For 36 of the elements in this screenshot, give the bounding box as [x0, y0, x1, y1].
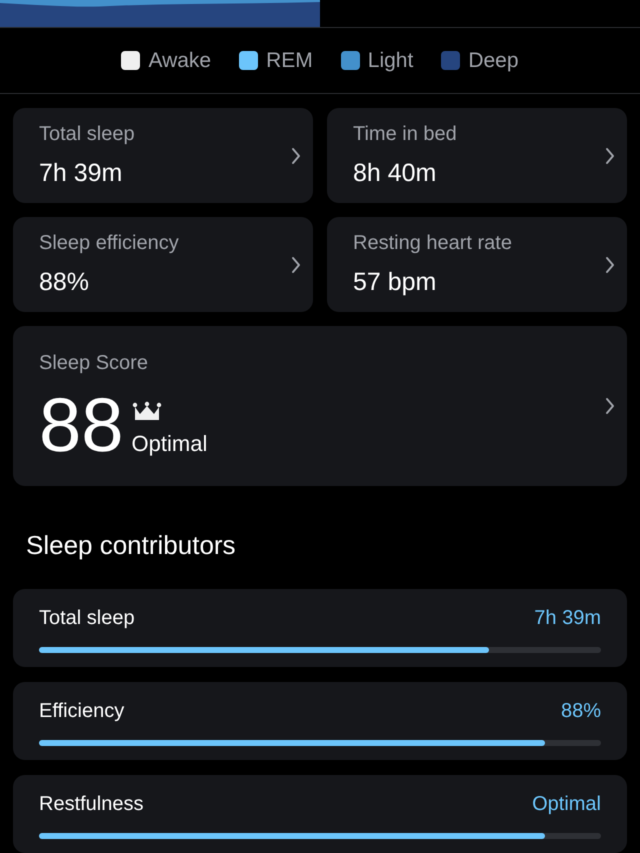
metric-value: 57 bpm	[353, 266, 438, 298]
metric-label: Total sleep	[39, 122, 135, 147]
metric-value: 7h 39m	[39, 158, 124, 189]
contributor-value: 88%	[560, 699, 601, 724]
metric-label: Resting heart rate	[353, 230, 512, 256]
chevron-right-icon	[605, 256, 615, 274]
legend-label: Awake	[148, 48, 212, 74]
legend-label: Deep	[468, 48, 519, 74]
contributor-label: Total sleep	[39, 606, 135, 631]
metric-label: Sleep efficiency	[39, 230, 179, 256]
metric-card[interactable]: Resting heart rate 57 bpm	[327, 217, 627, 312]
crown-icon	[132, 401, 162, 421]
chevron-right-icon	[605, 146, 615, 164]
contributor-card[interactable]: Restfulness Optimal	[13, 775, 627, 853]
chevron-right-icon	[291, 146, 301, 164]
score-value: 88	[39, 388, 124, 464]
score-rating: Optimal	[132, 430, 208, 458]
chevron-right-icon	[291, 256, 301, 274]
contributor-label: Efficiency	[39, 699, 124, 724]
metric-value: 8h 40m	[353, 158, 438, 189]
sleep-score-card[interactable]: Sleep Score 88 Optimal	[13, 326, 627, 486]
contributor-card[interactable]: Total sleep 7h 39m	[13, 589, 627, 667]
legend-label: REM	[266, 48, 313, 74]
legend-label: Light	[368, 48, 414, 74]
metric-card[interactable]: Total sleep 7h 39m	[13, 108, 313, 203]
contributor-label: Restfulness	[39, 792, 144, 817]
metric-label: Time in bed	[353, 122, 457, 147]
metric-card[interactable]: Sleep efficiency 88%	[13, 217, 313, 312]
metric-card[interactable]: Time in bed 8h 40m	[327, 108, 627, 203]
contributor-card[interactable]: Efficiency 88%	[13, 682, 627, 760]
score-label: Sleep Score	[39, 351, 149, 376]
metric-value: 88%	[39, 266, 90, 298]
contributor-value: 7h 39m	[534, 606, 601, 631]
contributor-value: Optimal	[532, 792, 601, 817]
chevron-right-icon	[605, 397, 615, 415]
section-title: Sleep contributors	[25, 529, 237, 562]
